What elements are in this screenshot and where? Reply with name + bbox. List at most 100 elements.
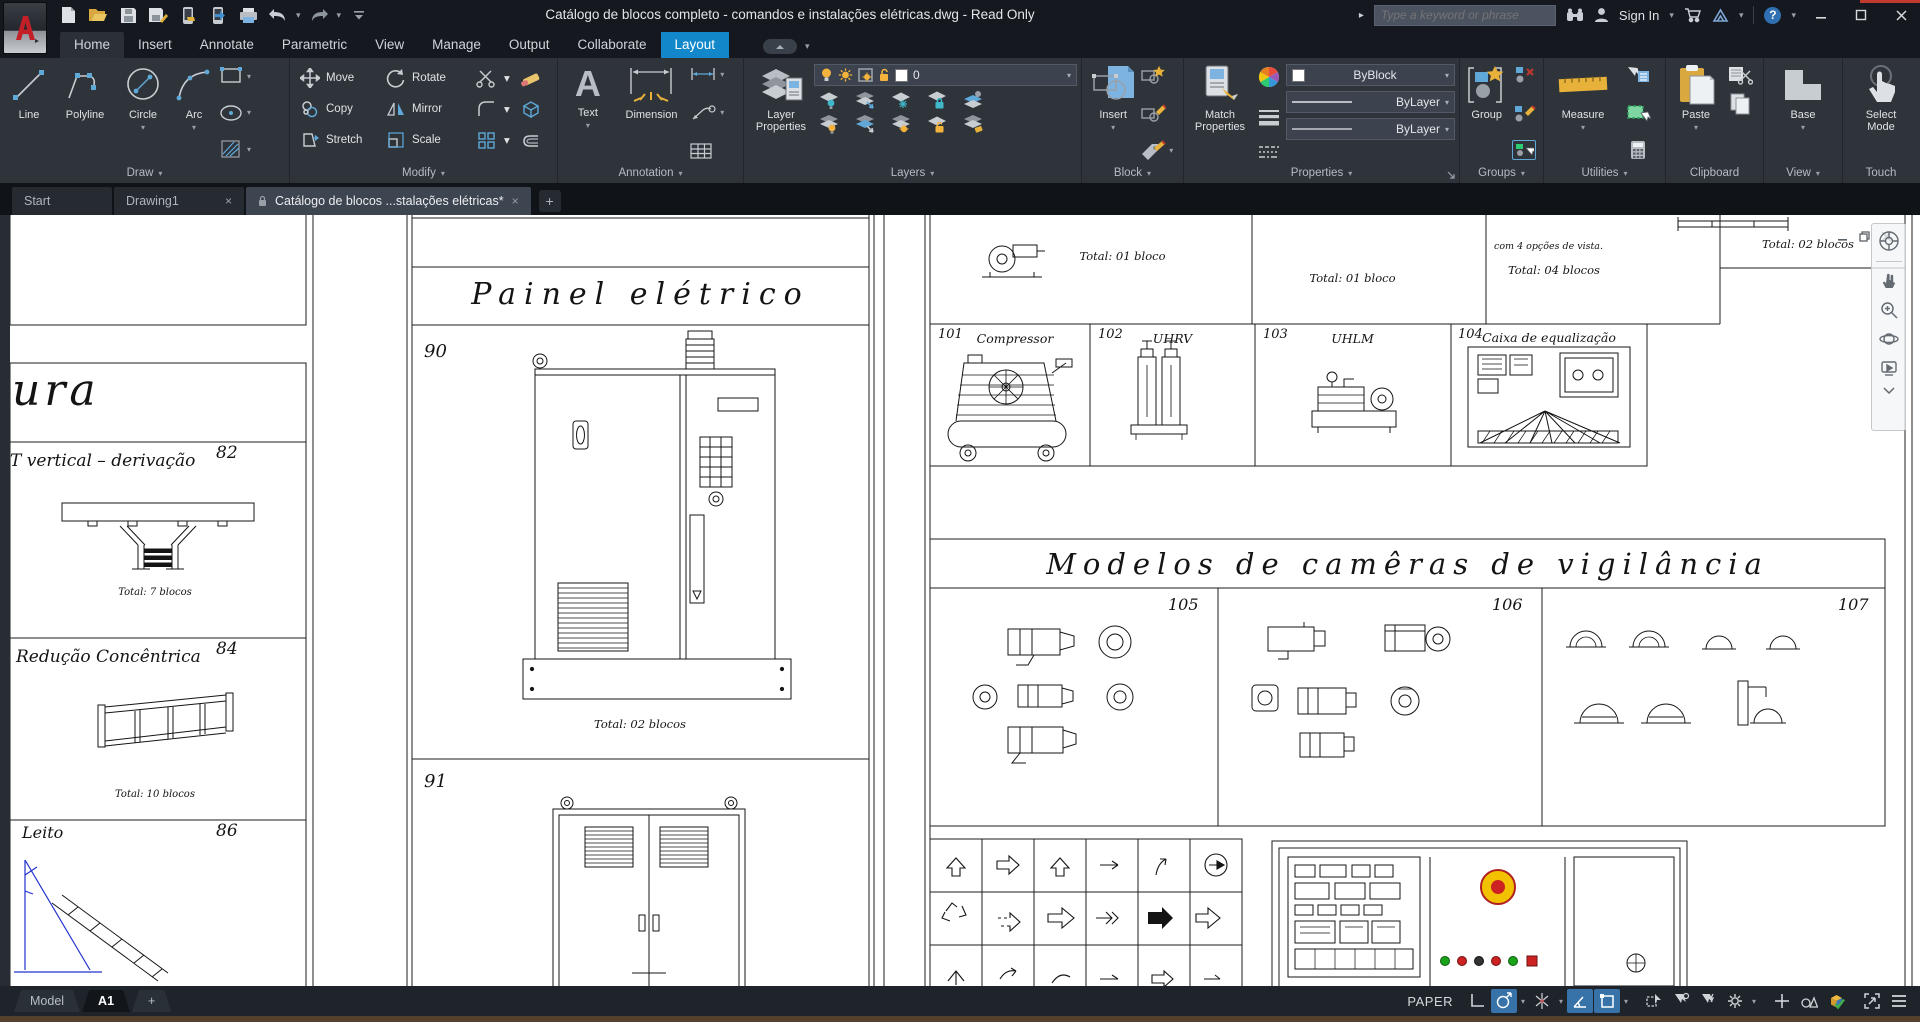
drawing-canvas[interactable]: ura T vertical – derivação 82 Total: 7 b…	[0, 215, 1920, 986]
ucs-icon-toggle[interactable]	[1464, 989, 1490, 1013]
layer-previous-button[interactable]	[890, 114, 912, 134]
redo-button[interactable]	[307, 3, 331, 27]
create-block-button[interactable]	[1140, 65, 1179, 85]
ungroup-button[interactable]	[1512, 65, 1536, 85]
open-from-mobile-button[interactable]	[176, 3, 200, 27]
panel-label-view[interactable]: View▾	[1764, 163, 1842, 183]
polar-tracking-toggle[interactable]	[1594, 989, 1620, 1013]
search-icon[interactable]	[1566, 8, 1584, 23]
panel-label-touch[interactable]: Touch	[1843, 163, 1919, 183]
properties-dialog-launcher[interactable]	[1447, 171, 1456, 180]
paste-dropdown[interactable]: ▾	[1694, 122, 1698, 134]
trim-button[interactable]: ▾	[476, 68, 516, 88]
measure-button[interactable]: Measure ▾	[1548, 62, 1618, 163]
navbar-more-caret[interactable]	[1883, 387, 1895, 394]
group-selection-toggle[interactable]	[1512, 140, 1536, 160]
linear-dimension-button[interactable]: ▾	[689, 65, 739, 83]
insert-dropdown[interactable]: ▾	[1111, 122, 1115, 134]
leader-button[interactable]: ▾	[689, 104, 739, 122]
app-store-cart-icon[interactable]	[1684, 7, 1702, 23]
measure-dropdown[interactable]: ▾	[1581, 122, 1585, 134]
new-drawing-tab-button[interactable]: +	[539, 190, 561, 212]
explode-button[interactable]	[516, 99, 546, 119]
tab-parametric[interactable]: Parametric	[268, 32, 361, 58]
linetype-combo[interactable]: ByLayer ▾	[1286, 118, 1455, 140]
layer-off-button[interactable]	[818, 90, 840, 110]
rotate-button[interactable]: Rotate	[386, 68, 476, 88]
file-tab-start[interactable]: Start	[12, 187, 112, 215]
viewport-minimize-icon[interactable]	[1836, 230, 1849, 243]
move-button[interactable]: Move	[300, 68, 386, 88]
help-button[interactable]: ?	[1764, 7, 1781, 24]
sign-in-dropdown[interactable]: ▾	[1669, 10, 1674, 21]
leader-dropdown[interactable]: ▾	[720, 108, 724, 117]
ellipse-tool-button[interactable]: ▾	[218, 102, 274, 124]
navigation-wheel-button[interactable]	[1878, 230, 1900, 252]
ellipse-dropdown[interactable]: ▾	[247, 108, 251, 117]
fillet-dropdown[interactable]: ▾	[504, 102, 510, 116]
file-tab-catalogo[interactable]: Catálogo de blocos ...stalações elétrica…	[246, 187, 531, 215]
tab-layout[interactable]: Layout	[661, 32, 730, 58]
dimension-button[interactable]: Dimension	[614, 62, 690, 163]
qat-customize-button[interactable]	[347, 3, 371, 27]
search-expand-icon[interactable]: ▸	[1359, 10, 1364, 21]
tab-collaborate[interactable]: Collaborate	[563, 32, 660, 58]
panel-label-block[interactable]: Block▾	[1082, 163, 1183, 183]
tab-home[interactable]: Home	[60, 32, 124, 58]
tab-output[interactable]: Output	[495, 32, 564, 58]
fillet-button[interactable]: ▾	[476, 99, 516, 119]
file-tab-drawing1[interactable]: Drawing1 ×	[114, 187, 244, 215]
base-dropdown[interactable]: ▾	[1801, 122, 1805, 134]
copy-button[interactable]: Copy	[300, 99, 386, 119]
base-button[interactable]: Base ▾	[1768, 62, 1838, 163]
layer-on-row2-button[interactable]	[818, 114, 840, 134]
tab-annotate[interactable]: Annotate	[186, 32, 268, 58]
group-button[interactable]: Group	[1464, 62, 1509, 163]
selection-cycling-toggle[interactable]	[1641, 989, 1667, 1013]
snap-dropdown[interactable]: ▾	[1556, 997, 1566, 1006]
zoom-button[interactable]	[1879, 300, 1899, 320]
catalogo-close-icon[interactable]: ×	[512, 194, 519, 208]
layer-lock-button[interactable]	[926, 90, 948, 110]
copy-clip-button[interactable]	[1728, 93, 1752, 115]
panel-label-groups[interactable]: Groups▾	[1460, 163, 1543, 183]
autodesk-logo-icon[interactable]	[1712, 8, 1729, 23]
layout-a1-tab[interactable]: A1	[82, 990, 130, 1012]
hatch-dropdown[interactable]: ▾	[247, 145, 251, 154]
trim-dropdown[interactable]: ▾	[504, 71, 510, 85]
cut-button[interactable]	[1727, 65, 1753, 85]
clean-screen-button[interactable]	[1859, 989, 1885, 1013]
save-button[interactable]	[116, 3, 140, 27]
lineweight-combo[interactable]: ByLayer ▾	[1286, 91, 1455, 113]
model-tab[interactable]: Model	[14, 990, 80, 1012]
layer-make-current-button[interactable]	[962, 90, 984, 110]
dynamic-ucs-toggle[interactable]	[1491, 989, 1517, 1013]
open-file-button[interactable]	[86, 3, 110, 27]
orbit-button[interactable]	[1879, 329, 1899, 349]
define-attributes-button[interactable]: ▾	[1140, 140, 1179, 160]
line-button[interactable]: Line	[4, 62, 54, 163]
annotation-visibility-toggle[interactable]	[1668, 989, 1694, 1013]
quick-select-button[interactable]	[1625, 65, 1651, 85]
sign-in-button[interactable]: Sign In	[1619, 8, 1659, 23]
layer-isolate-button[interactable]	[854, 90, 876, 110]
panel-label-annotation[interactable]: Annotation▾	[558, 163, 743, 183]
select-mode-button[interactable]: Select Mode	[1847, 62, 1915, 163]
drawing1-close-icon[interactable]: ×	[225, 194, 232, 208]
attributes-dropdown[interactable]: ▾	[1169, 146, 1173, 155]
panel-label-modify[interactable]: Modify▾	[290, 163, 557, 183]
text-dropdown[interactable]: ▾	[586, 120, 590, 132]
erase-button[interactable]	[516, 68, 546, 88]
ribbon-collapse-control[interactable]: ▾	[763, 39, 810, 54]
annotation-scale-gear-button[interactable]	[1722, 989, 1748, 1013]
circle-button[interactable]: Circle ▾	[116, 62, 170, 163]
select-similar-button[interactable]	[1625, 103, 1651, 123]
hatch-tool-button[interactable]: ▾	[218, 138, 274, 160]
panel-label-draw[interactable]: Draw▾	[0, 163, 289, 183]
panel-label-properties[interactable]: Properties▾	[1184, 163, 1459, 183]
undo-button[interactable]	[266, 3, 290, 27]
tab-insert[interactable]: Insert	[124, 32, 186, 58]
layer-freeze-button[interactable]	[890, 90, 912, 110]
ortho-toggle[interactable]	[1567, 989, 1593, 1013]
graphics-performance-button[interactable]	[1823, 989, 1849, 1013]
